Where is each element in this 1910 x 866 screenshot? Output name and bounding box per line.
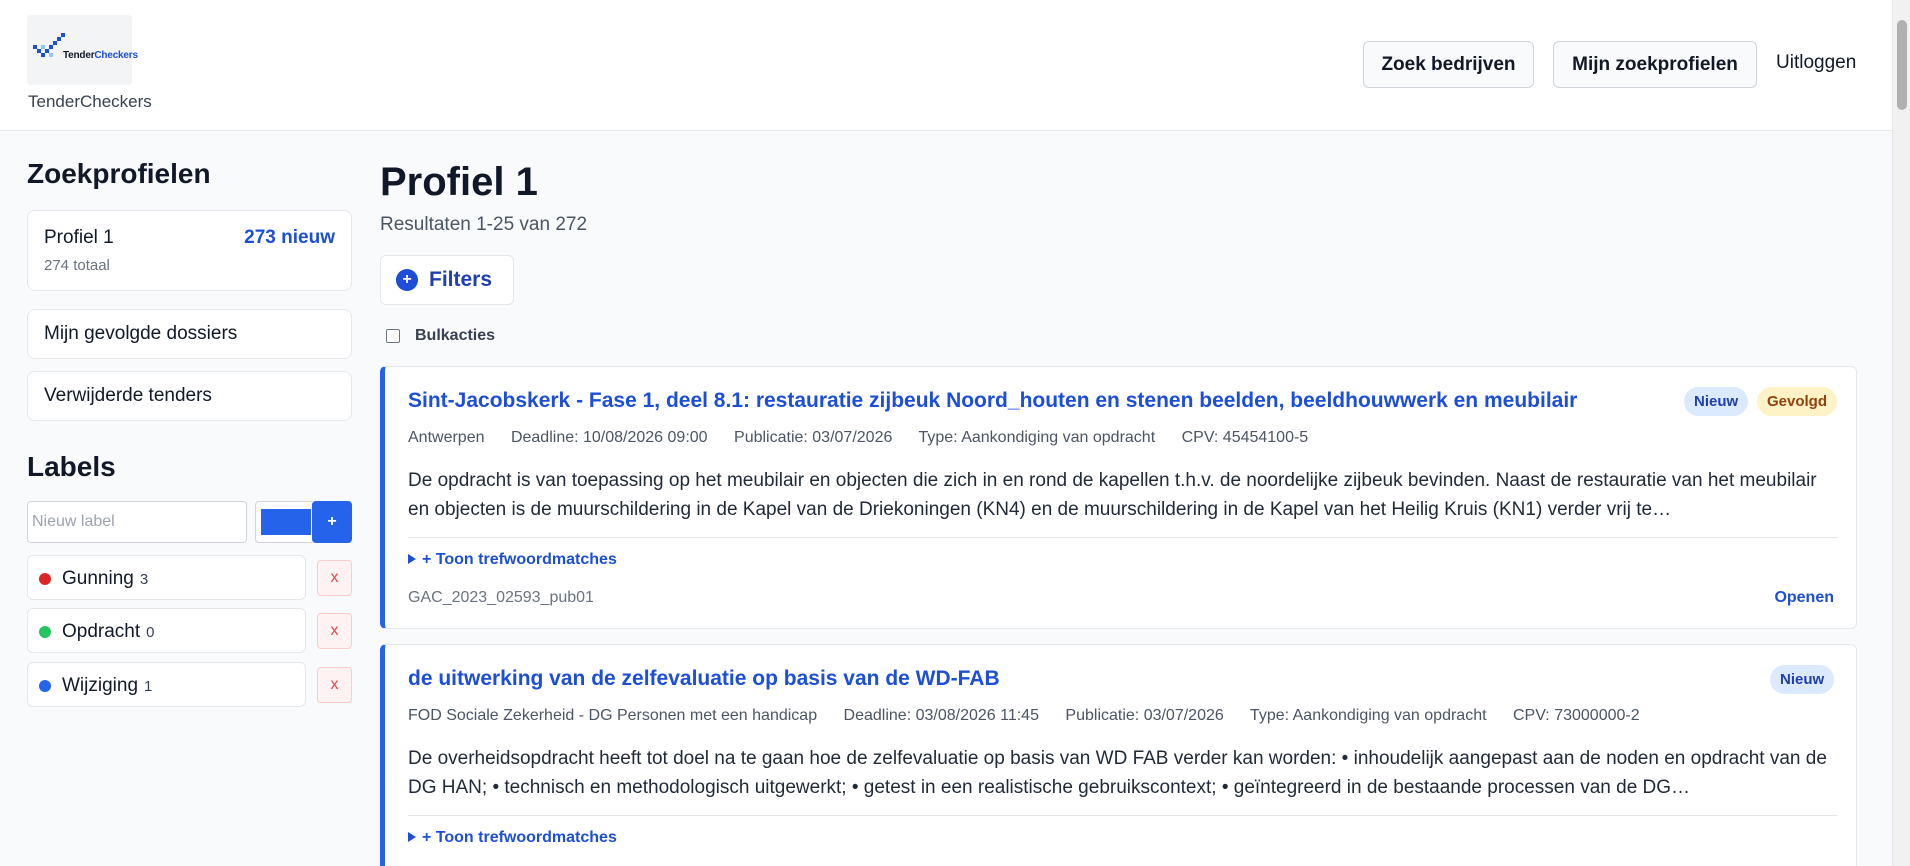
page-scrollbar[interactable] xyxy=(1892,0,1910,866)
tender-cpv: CPV: 45454100-5 xyxy=(1181,429,1309,446)
label-name: Wijziging 1 xyxy=(62,675,153,696)
scrollbar-thumb[interactable] xyxy=(1897,20,1907,110)
filters-label: Filters xyxy=(429,268,493,291)
logout-link[interactable]: Uitloggen xyxy=(1776,52,1856,74)
tender-meta: Antwerpen Deadline: 10/08/2026 09:00 Pub… xyxy=(408,429,1330,447)
tender-title-link[interactable]: Sint-Jacobskerk - Fase 1, deel 8.1: rest… xyxy=(408,389,1577,413)
tender-reference: GAC_2023_02593_pub01 xyxy=(408,589,594,606)
profile-card[interactable]: Profiel 1 273 nieuw 274 totaal xyxy=(27,210,352,291)
add-label-button[interactable]: + xyxy=(312,501,352,543)
remove-label-button[interactable]: x xyxy=(317,667,352,703)
card-divider xyxy=(408,537,1838,538)
tender-title-link[interactable]: de uitwerking van de zelfevaluatie op ba… xyxy=(408,667,1000,691)
bulk-select-checkbox[interactable] xyxy=(386,329,400,343)
label-color-swatch xyxy=(261,509,311,535)
profile-name: Profiel 1 xyxy=(44,227,114,248)
card-divider xyxy=(408,815,1838,816)
top-navbar: TenderCheckers TenderCheckers Zoek bedri… xyxy=(0,0,1892,131)
profile-new-count: 273 nieuw xyxy=(244,227,335,248)
my-search-profiles-button[interactable]: Mijn zoekprofielen xyxy=(1553,41,1757,88)
label-color-dot xyxy=(39,573,51,585)
tender-publication: Publicatie: 03/07/2026 xyxy=(1065,707,1224,724)
remove-label-button[interactable]: x xyxy=(317,613,352,649)
page-title: Profiel 1 xyxy=(380,160,538,204)
tender-publication: Publicatie: 03/07/2026 xyxy=(734,429,893,446)
label-count: 3 xyxy=(139,571,149,588)
label-item-opdracht[interactable]: Opdracht 0 xyxy=(27,608,306,653)
label-color-picker[interactable] xyxy=(255,501,315,543)
tender-description: De opdracht is van toepassing op het meu… xyxy=(408,470,1817,520)
show-keyword-matches-toggle[interactable]: + Toon trefwoordmatches xyxy=(408,551,617,569)
label-item-wijziging[interactable]: Wijziging 1 xyxy=(27,662,306,707)
remove-label-button[interactable]: x xyxy=(317,560,352,596)
tender-location: Antwerpen xyxy=(408,429,485,446)
brand-logo[interactable]: TenderCheckers xyxy=(27,15,138,85)
labels-heading: Labels xyxy=(27,451,116,482)
search-companies-button[interactable]: Zoek bedrijven xyxy=(1363,41,1534,88)
open-tender-link[interactable]: Openen xyxy=(1774,589,1834,607)
tender-deadline: Deadline: 03/08/2026 11:45 xyxy=(843,707,1039,724)
tender-description: De overheidsopdracht heeft tot doel na t… xyxy=(408,748,1827,798)
deleted-tenders-link[interactable]: Verwijderde tenders xyxy=(27,371,352,421)
new-badge: Nieuw xyxy=(1770,665,1835,694)
tender-cpv: CPV: 73000000-2 xyxy=(1513,707,1640,724)
label-count: 1 xyxy=(144,678,153,695)
brand-name: TenderCheckers xyxy=(28,92,152,111)
followed-dossiers-link[interactable]: Mijn gevolgde dossiers xyxy=(27,309,352,359)
show-keyword-matches-toggle[interactable]: + Toon trefwoordmatches xyxy=(408,829,617,847)
label-name: Opdracht 0 xyxy=(62,621,155,642)
tender-location: FOD Sociale Zekerheid - DG Personen met … xyxy=(408,707,818,724)
tender-card: Sint-Jacobskerk - Fase 1, deel 8.1: rest… xyxy=(380,366,1857,629)
tender-deadline: Deadline: 10/08/2026 09:00 xyxy=(510,429,708,446)
bulk-actions-label: Bulkacties xyxy=(415,327,496,344)
disclosure-triangle-icon xyxy=(408,832,416,842)
tender-meta: FOD Sociale Zekerheid - DG Personen met … xyxy=(408,707,1662,725)
label-color-dot xyxy=(39,680,51,692)
label-count: 0 xyxy=(146,624,155,641)
tender-type: Type: Aankondiging van opdracht xyxy=(1249,707,1487,724)
new-badge: Nieuw xyxy=(1684,387,1749,416)
plus-circle-icon: + xyxy=(396,269,418,291)
tender-type: Type: Aankondiging van opdracht xyxy=(918,429,1156,446)
tender-card: de uitwerking van de zelfevaluatie op ba… xyxy=(380,644,1857,866)
followed-badge: Gevolgd xyxy=(1757,387,1838,416)
label-item-gunning[interactable]: Gunning 3 xyxy=(27,555,306,600)
new-label-input[interactable]: Nieuw label xyxy=(27,501,247,543)
disclosure-triangle-icon xyxy=(408,554,416,564)
label-name: Gunning 3 xyxy=(62,568,149,589)
label-color-dot xyxy=(39,626,51,638)
profile-total-count: 274 totaal xyxy=(44,257,110,274)
filters-button[interactable]: + Filters xyxy=(380,255,514,305)
logo-wordmark: TenderCheckers xyxy=(63,50,138,61)
result-count: Resultaten 1-25 van 272 xyxy=(380,214,588,235)
search-profiles-heading: Zoekprofielen xyxy=(27,158,211,189)
